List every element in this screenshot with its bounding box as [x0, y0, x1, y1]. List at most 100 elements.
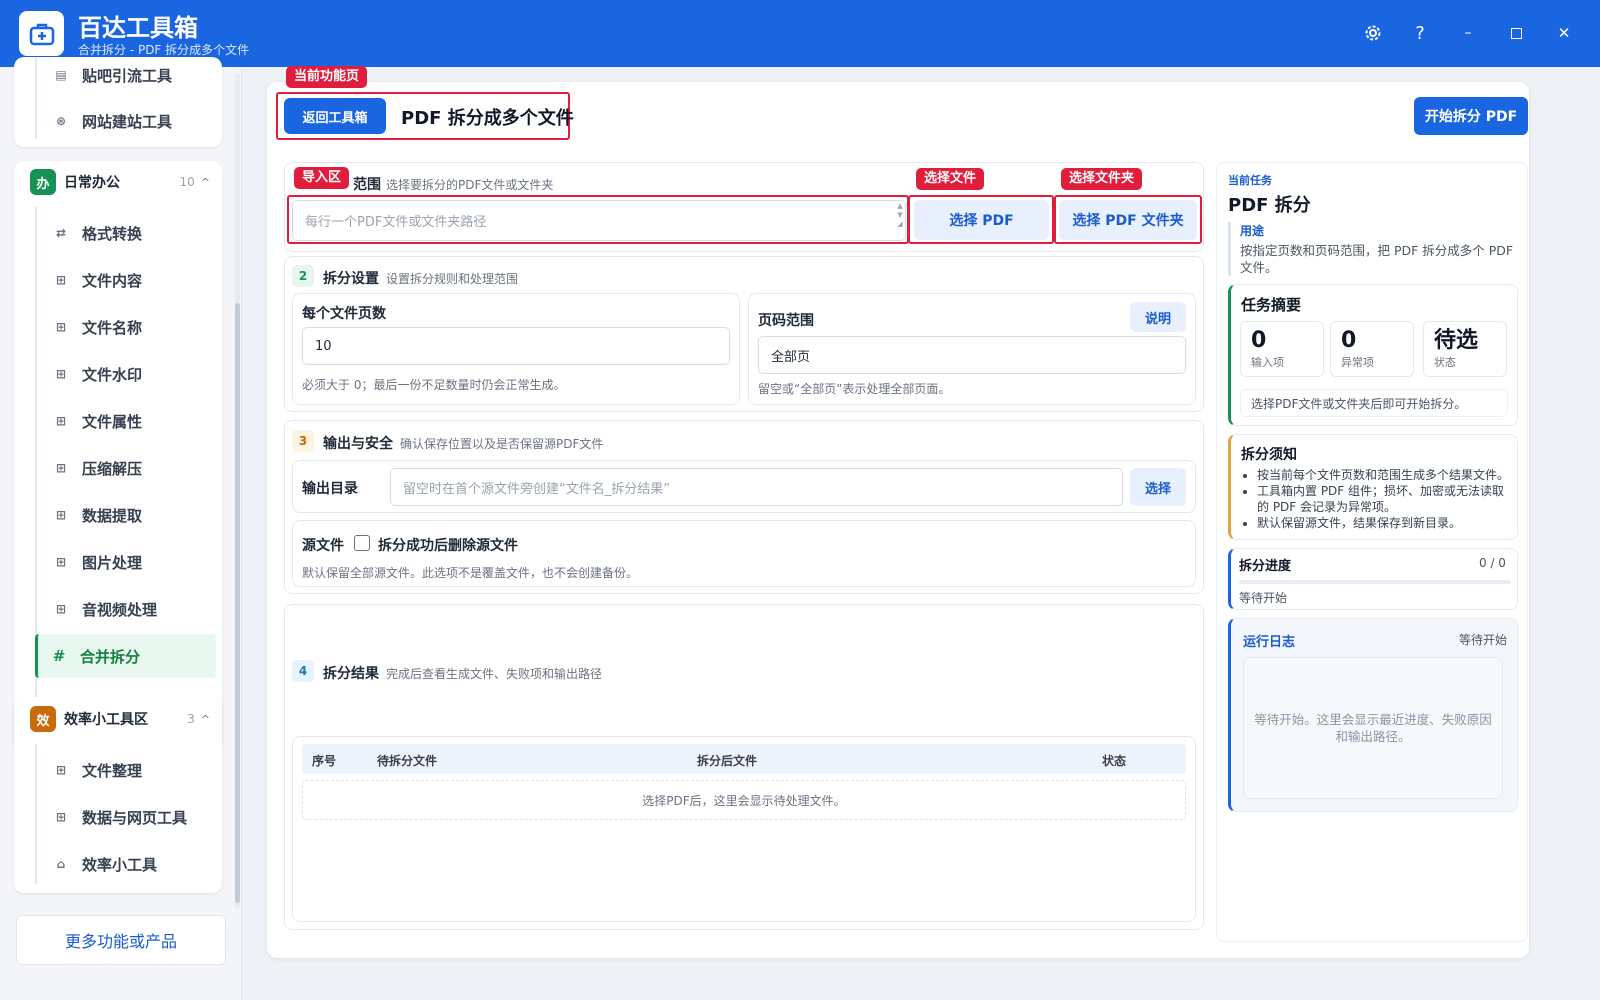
page-title: PDF 拆分成多个文件: [401, 108, 574, 129]
sidebar-item-image[interactable]: ⊞ 图片处理: [40, 540, 216, 584]
close-button[interactable]: ✕: [1549, 18, 1579, 48]
usage-label: 用途: [1240, 224, 1265, 238]
sidebar-item-media[interactable]: ⊞ 音视频处理: [40, 587, 216, 631]
delete-source-label[interactable]: 拆分成功后删除源文件: [378, 535, 518, 555]
summary-note: 选择PDF文件或文件夹后即可开始拆分。: [1240, 389, 1508, 417]
sidebar-item-data-web[interactable]: ⊞ 数据与网页工具: [40, 795, 216, 839]
scrollbar-thumb[interactable]: [235, 303, 240, 903]
notice-card: 拆分须知 按当前每个文件页数和范围生成多个结果文件。 工具箱内置 PDF 组件；…: [1228, 434, 1518, 540]
pages-per-file-input[interactable]: 10: [302, 327, 730, 365]
stat-inputs: 0 输入项: [1240, 321, 1324, 377]
sidebar-item-label: 数据与网页工具: [82, 808, 188, 827]
sidebar-item-label: 效率小工具: [82, 855, 158, 874]
group-badge: 办: [30, 169, 56, 195]
gear-icon[interactable]: [1358, 18, 1388, 48]
sidebar-item-label: 文件属性: [82, 412, 143, 431]
sidebar-item-label: 格式转换: [82, 224, 143, 243]
results-desc: 完成后查看生成文件、失败项和输出路径: [386, 667, 603, 681]
range-help-button[interactable]: 说明: [1130, 302, 1186, 332]
step-number: 3: [292, 430, 314, 452]
sidebar-item-label: 文件整理: [82, 761, 143, 780]
notice-list: 按当前每个文件页数和范围生成多个结果文件。 工具箱内置 PDF 组件；损坏、加密…: [1243, 467, 1509, 531]
page-range-input[interactable]: 全部页: [758, 336, 1186, 374]
col-source: 待拆分文件: [377, 754, 438, 768]
select-folder-tag: 选择文件夹: [1061, 168, 1143, 190]
swap-icon: ⇄: [55, 226, 67, 240]
stat-errors: 0 异常项: [1330, 321, 1414, 377]
globe-icon: ⊛: [55, 114, 67, 128]
sidebar-item-organize[interactable]: ⊞ 文件整理: [40, 748, 216, 792]
maximize-button[interactable]: [1501, 18, 1531, 48]
sidebar-item-format[interactable]: ⇄ 格式转换: [40, 211, 216, 255]
notice-item: 按当前每个文件页数和范围生成多个结果文件。: [1257, 467, 1509, 483]
sidebar-item-label: 文件名称: [82, 318, 143, 337]
start-split-button[interactable]: 开始拆分 PDF: [1414, 97, 1528, 135]
group-name: 效率小工具区: [64, 712, 148, 728]
step-number: 2: [292, 265, 314, 287]
sidebar-item-attribute[interactable]: ⊞ 文件属性: [40, 399, 216, 443]
group-header-efficiency[interactable]: 效 效率小工具区 3 ^: [14, 696, 222, 742]
sidebar-item-name[interactable]: ⊞ 文件名称: [40, 305, 216, 349]
output-dir-label: 输出目录: [302, 481, 358, 497]
grid-icon: ⊞: [55, 508, 67, 522]
textarea-scrollbar[interactable]: ▲ ▼ ◢: [896, 202, 904, 238]
stat-status: 待选 状态: [1423, 321, 1507, 377]
col-status: 状态: [1102, 754, 1127, 768]
sidebar-item-watermark[interactable]: ⊞ 文件水印: [40, 352, 216, 396]
sidebar-scrollbar[interactable]: [235, 73, 240, 909]
progress-status: 等待开始: [1239, 591, 1288, 605]
select-pdf-folder-button[interactable]: 选择 PDF 文件夹: [1059, 200, 1197, 240]
hash-icon: #: [52, 647, 66, 665]
stat-value: 待选: [1434, 328, 1479, 353]
back-to-toolbox-button[interactable]: 返回工具箱: [284, 98, 386, 134]
sidebar-item-label: 贴吧引流工具: [82, 66, 173, 85]
delete-source-checkbox[interactable]: [354, 535, 370, 551]
more-products-button[interactable]: 更多功能或产品: [16, 915, 226, 965]
page-range-hint: 留空或“全部页”表示处理全部页面。: [758, 382, 951, 396]
stat-label: 异常项: [1341, 356, 1374, 369]
output-dir-input[interactable]: 留空时在首个源文件旁创建“文件名_拆分结果”: [390, 468, 1123, 506]
toolbox-icon: ⌂: [56, 857, 66, 871]
progress-bar: [1239, 580, 1511, 584]
path-input[interactable]: 每行一个PDF文件或文件夹路径: [292, 200, 906, 241]
sidebar-item-extract[interactable]: ⊞ 数据提取: [40, 493, 216, 537]
grid-icon: ⊞: [55, 367, 67, 381]
chevron-up-icon: ^: [200, 175, 210, 189]
group-name: 日常办公: [64, 175, 120, 191]
sidebar-item-label: 音视频处理: [82, 600, 158, 619]
grid-icon: ⊞: [55, 320, 67, 334]
notice-item: 默认保留源文件，结果保存到新目录。: [1257, 515, 1509, 531]
log-card: 运行日志 等待开始 等待开始。这里会显示最近进度、失败原因和输出路径。: [1228, 618, 1518, 812]
select-pdf-button[interactable]: 选择 PDF: [914, 200, 1049, 240]
sidebar-item-merge-split[interactable]: # 合并拆分: [35, 634, 216, 678]
group-count: 10: [179, 175, 195, 189]
sidebar: ▤ 贴吧引流工具 ⊛ 网站建站工具 办 日常办公 10 ^ ⇄ 格式转换 ⊞ 文件内…: [0, 57, 242, 1000]
results-title: 拆分结果: [323, 666, 379, 682]
col-output: 拆分后文件: [697, 754, 758, 768]
grid-icon: ⊞: [55, 555, 67, 569]
import-title: 范围: [353, 177, 381, 193]
sidebar-item-label: 文件内容: [82, 271, 143, 290]
help-button[interactable]: ?: [1405, 18, 1435, 48]
current-page-tag: 当前功能页: [286, 66, 368, 88]
log-status: 等待开始: [1459, 633, 1508, 647]
progress-title: 拆分进度: [1239, 559, 1292, 574]
minimize-button[interactable]: –: [1453, 18, 1483, 48]
step-number: 4: [292, 660, 314, 682]
sidebar-item-label: 文件水印: [82, 365, 143, 384]
sidebar-item-mini-tools[interactable]: ⌂ 效率小工具: [40, 842, 216, 886]
pages-per-file-hint: 必须大于 0；最后一份不足数量时仍会正常生成。: [302, 378, 566, 392]
sidebar-item-tieba[interactable]: ▤ 贴吧引流工具: [40, 53, 216, 97]
sidebar-item-content[interactable]: ⊞ 文件内容: [40, 258, 216, 302]
sidebar-item-compress[interactable]: ⊞ 压缩解压: [40, 446, 216, 490]
sidebar-item-website[interactable]: ⊛ 网站建站工具: [40, 99, 216, 143]
output-dir-select-button[interactable]: 选择: [1130, 468, 1186, 506]
group-count: 3: [187, 712, 195, 726]
output-desc: 确认保存位置以及是否保留源PDF文件: [400, 437, 604, 451]
sidebar-group-card: ▤ 贴吧引流工具 ⊛ 网站建站工具: [14, 57, 222, 147]
select-file-tag: 选择文件: [916, 168, 985, 190]
stat-label: 状态: [1434, 356, 1456, 369]
source-file-label: 源文件: [302, 538, 344, 554]
log-output[interactable]: 等待开始。这里会显示最近进度、失败原因和输出路径。: [1243, 657, 1503, 799]
group-header-daily[interactable]: 办 日常办公 10 ^: [14, 159, 222, 205]
